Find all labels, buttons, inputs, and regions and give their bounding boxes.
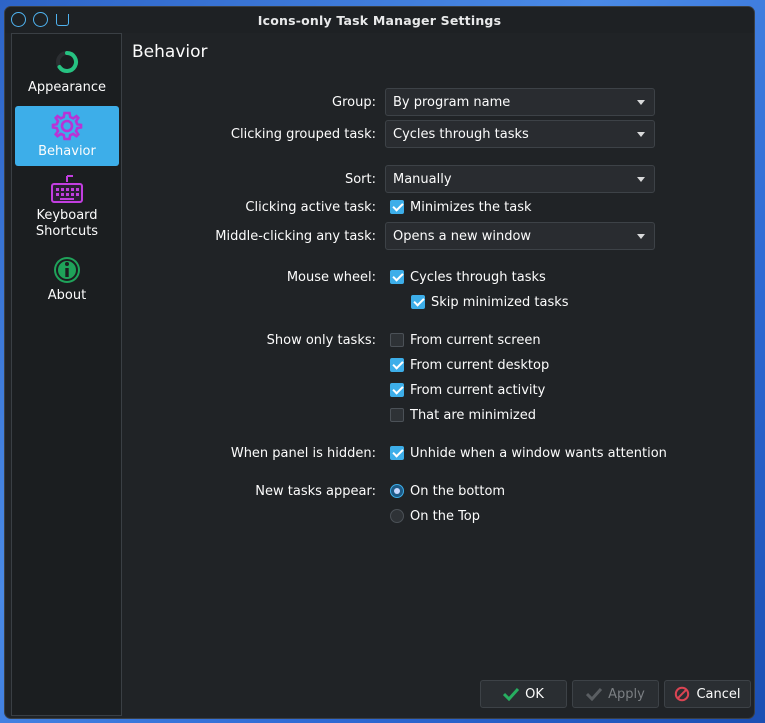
checkmark-icon [586,687,603,701]
cycle-tasks-text: Cycles through tasks [410,270,546,285]
new-tasks-label: New tasks appear: [255,484,376,499]
sidebar-item-keyboard-shortcuts[interactable]: Keyboard Shortcuts [15,170,119,246]
clicking-grouped-combo-value: Cycles through tasks [393,126,529,142]
group-combo[interactable]: By program name [385,88,655,116]
current-desktop-checkbox[interactable] [390,358,404,372]
current-desktop-text: From current desktop [410,358,550,373]
title-bar[interactable]: Icons-only Task Manager Settings [5,7,754,33]
group-label: Group: [332,95,376,110]
middle-click-combo[interactable]: Opens a new window [385,222,655,250]
sort-label: Sort: [344,172,376,187]
current-screen-text: From current screen [410,333,541,348]
appearance-icon [50,45,84,79]
info-icon [50,253,84,287]
current-screen-checkbox[interactable] [390,333,404,347]
apply-button[interactable]: Apply [572,680,659,708]
minimizes-task-text: Minimizes the task [410,200,532,215]
unhide-attention-checkbox[interactable] [390,446,404,460]
on-bottom-text: On the bottom [410,484,506,499]
sidebar-item-behavior[interactable]: Behavior [15,106,119,166]
cycle-tasks-checkbox[interactable] [390,270,404,284]
panel-hidden-label: When panel is hidden: [230,446,376,461]
sidebar-item-label-line1: Keyboard [36,208,98,223]
settings-window: Icons-only Task Manager Settings Appeara… [4,6,755,719]
chevron-down-icon [637,132,645,137]
sidebar-item-label: Appearance [27,80,107,95]
behavior-page: Behavior Group: By program name Clicking… [123,33,754,718]
clicking-active-label: Clicking active task: [245,200,376,215]
chevron-down-icon [637,100,645,105]
sort-combo[interactable]: Manually [385,165,655,193]
current-activity-text: From current activity [410,383,546,398]
group-combo-value: By program name [393,94,511,110]
sidebar: Appearance Behavior Keyboard Shortcuts A… [11,33,122,716]
sidebar-item-about[interactable]: About [15,250,119,310]
minimized-checkbox[interactable] [390,408,404,422]
window-title: Icons-only Task Manager Settings [257,12,502,28]
ok-button-label: OK [525,686,544,702]
skip-minimized-text: Skip minimized tasks [431,295,569,310]
unhide-attention-text: Unhide when a window wants attention [410,446,667,461]
apply-button-label: Apply [608,686,645,702]
sidebar-item-label: Behavior [38,144,96,159]
current-activity-checkbox[interactable] [390,383,404,397]
cancel-button-label: Cancel [696,686,741,702]
on-top-text: On the Top [410,509,481,524]
on-bottom-radio[interactable] [390,484,404,498]
sidebar-item-label-line2: Shortcuts [35,224,99,239]
chevron-down-icon [637,177,645,182]
middle-click-label: Middle-clicking any task: [215,229,376,244]
minimizes-task-checkbox[interactable] [390,200,404,214]
cancel-icon [675,686,690,702]
middle-click-combo-value: Opens a new window [393,228,532,244]
close-window-icon[interactable] [11,12,26,27]
keyboard-icon [50,173,84,207]
cancel-button[interactable]: Cancel [664,680,751,708]
checkmark-icon [503,687,520,701]
ok-button[interactable]: OK [480,680,567,708]
clicking-grouped-label: Clicking grouped task: [230,127,376,142]
sort-combo-value: Manually [393,171,452,187]
sidebar-item-label: About [47,288,87,303]
clicking-grouped-combo[interactable]: Cycles through tasks [385,120,655,148]
minimize-window-icon[interactable] [33,12,48,27]
page-title: Behavior [132,42,208,62]
gear-icon [50,109,84,143]
keep-above-icon[interactable] [56,14,69,26]
skip-minimized-checkbox[interactable] [411,295,425,309]
on-top-radio[interactable] [390,509,404,523]
minimized-text: That are minimized [410,408,537,423]
chevron-down-icon [637,234,645,239]
sidebar-item-appearance[interactable]: Appearance [15,42,119,102]
show-only-label: Show only tasks: [266,333,376,348]
mouse-wheel-label: Mouse wheel: [286,270,376,285]
